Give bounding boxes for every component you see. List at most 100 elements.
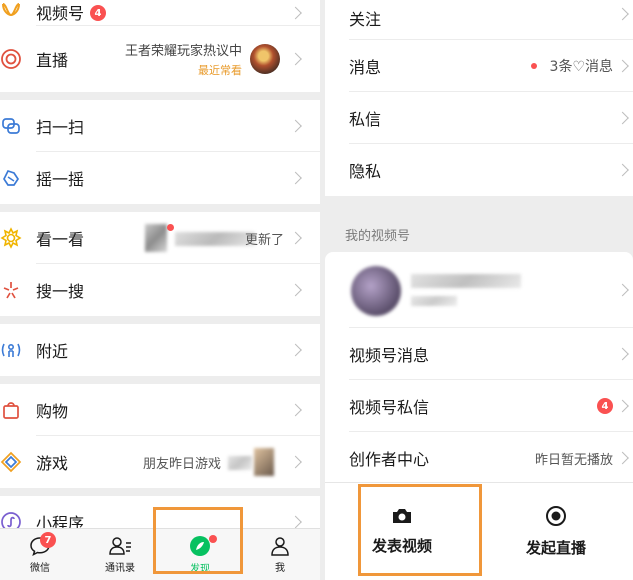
avatar [250,44,280,74]
top-stories-row[interactable]: 看一看 更新了 [0,212,320,264]
tab-me[interactable]: 我 [240,529,320,580]
follow-row[interactable]: 关注 [325,0,633,40]
channels-label: 视频号 [36,4,85,23]
group-look-search: 看一看 更新了 搜一搜 [0,212,320,316]
blurred-name [411,274,521,288]
chevron-right-icon [289,52,302,66]
chevron-right-icon [616,7,629,21]
channel-private-row[interactable]: 视频号私信 4 [325,380,633,432]
group-shop-games: 购物 游戏 朋友昨日游戏 [0,384,320,488]
section-label: 我的视频号 [345,228,411,244]
top-stories-label: 看一看 [36,230,85,249]
live-icon [1,49,21,69]
creator-center-label: 创作者中心 [349,450,430,469]
chevron-right-icon [289,171,302,185]
nearby-icon [1,343,21,357]
chevron-right-icon [289,119,302,133]
scan-label: 扫一扫 [36,118,85,137]
chevron-right-icon [289,455,302,469]
search-icon [3,282,19,299]
blurred-id [411,296,457,306]
live-note: 最近常看 [198,64,242,77]
avatar [351,266,401,316]
channel-messages-row[interactable]: 视频号消息 [325,328,633,380]
settings-group: 关注 消息 3条♡消息 私信 隐私 [325,0,633,196]
shopping-bag-icon [3,402,19,419]
blurred-names [175,232,255,246]
top-stories-icon [0,227,22,249]
shake-icon [3,169,20,186]
games-subtitle: 朋友昨日游戏 [143,456,222,472]
channel-private-label: 视频号私信 [349,398,430,417]
private-msg-row[interactable]: 私信 [325,92,633,144]
chevron-right-icon [616,163,629,177]
group-nearby: 附近 [0,324,320,376]
tab-me-label: 我 [275,563,285,574]
channels-badge: 4 [90,5,107,21]
chevron-right-icon [616,111,629,125]
nearby-label: 附近 [36,342,69,361]
unread-dot [531,63,537,69]
start-live-button[interactable]: 发起直播 [479,483,633,580]
channels-row[interactable]: 视频号 4 [0,0,320,26]
channel-private-badge: 4 [597,398,613,414]
chevron-right-icon [289,283,302,297]
channels-icon [2,3,20,17]
chevron-right-icon [616,347,629,361]
contacts-icon [109,537,131,555]
follow-label: 关注 [349,10,382,29]
private-msg-label: 私信 [349,110,382,129]
group-scan-shake: 扫一扫 摇一摇 [0,100,320,204]
messages-label: 消息 [349,58,382,77]
privacy-label: 隐私 [349,162,382,181]
chevron-right-icon [616,283,629,297]
tab-contacts[interactable]: 通讯录 [80,529,160,580]
tab-chats-label: 微信 [30,563,50,574]
scan-row[interactable]: 扫一扫 [0,100,320,152]
highlight-discover-tab [153,507,243,574]
chevron-right-icon [289,515,302,529]
chevron-right-icon [616,399,629,413]
tab-chats[interactable]: 7 微信 [0,529,80,580]
search-row[interactable]: 搜一搜 [0,264,320,316]
privacy-row[interactable]: 隐私 [325,144,633,196]
creator-center-value: 昨日暂无播放 [534,452,613,468]
blurred-text [228,456,252,470]
discover-panel: 视频号 4 直播 王者荣耀玩家热议中 最近常看 扫一扫 摇一摇 看一看 更新了 … [0,0,320,580]
highlight-post-video [358,484,482,576]
shake-row[interactable]: 摇一摇 [0,152,320,204]
search-label: 搜一搜 [36,282,85,301]
unread-dot [167,224,174,231]
channels-settings-panel: 关注 消息 3条♡消息 私信 隐私 我的视频号 视频号消息 视频号私信 4 创作… [325,0,633,580]
chats-badge: 7 [40,532,56,548]
my-channel-group: 视频号消息 视频号私信 4 创作者中心 昨日暂无播放 [325,252,633,484]
channel-messages-label: 视频号消息 [349,346,430,365]
top-stories-avatar [145,224,167,252]
live-label: 直播 [36,51,69,70]
games-row[interactable]: 游戏 朋友昨日游戏 [0,436,320,488]
chevron-right-icon [616,59,629,73]
tab-contacts-label: 通讯录 [105,563,135,574]
group-channels-live: 视频号 4 直播 王者荣耀玩家热议中 最近常看 [0,0,320,92]
chevron-right-icon [289,6,302,20]
shopping-row[interactable]: 购物 [0,384,320,436]
chevron-right-icon [616,451,629,465]
scan-icon [2,118,20,134]
live-row[interactable]: 直播 王者荣耀玩家热议中 最近常看 [0,26,320,92]
messages-row[interactable]: 消息 3条♡消息 [325,40,633,92]
games-icon [0,451,22,473]
top-stories-subtitle: 更新了 [244,232,284,248]
person-icon [271,537,289,556]
chevron-right-icon [289,403,302,417]
games-label: 游戏 [36,454,69,473]
nearby-row[interactable]: 附近 [0,324,320,376]
chevron-right-icon [289,343,302,357]
chevron-right-icon [289,231,302,245]
live-subtitle: 王者荣耀玩家热议中 [124,44,242,59]
game-avatar [254,448,274,476]
start-live-label: 发起直播 [525,539,586,557]
channel-profile-row[interactable] [325,252,633,328]
messages-value: 3条♡消息 [549,59,613,75]
record-icon [546,506,566,526]
creator-center-row[interactable]: 创作者中心 昨日暂无播放 [325,432,633,484]
